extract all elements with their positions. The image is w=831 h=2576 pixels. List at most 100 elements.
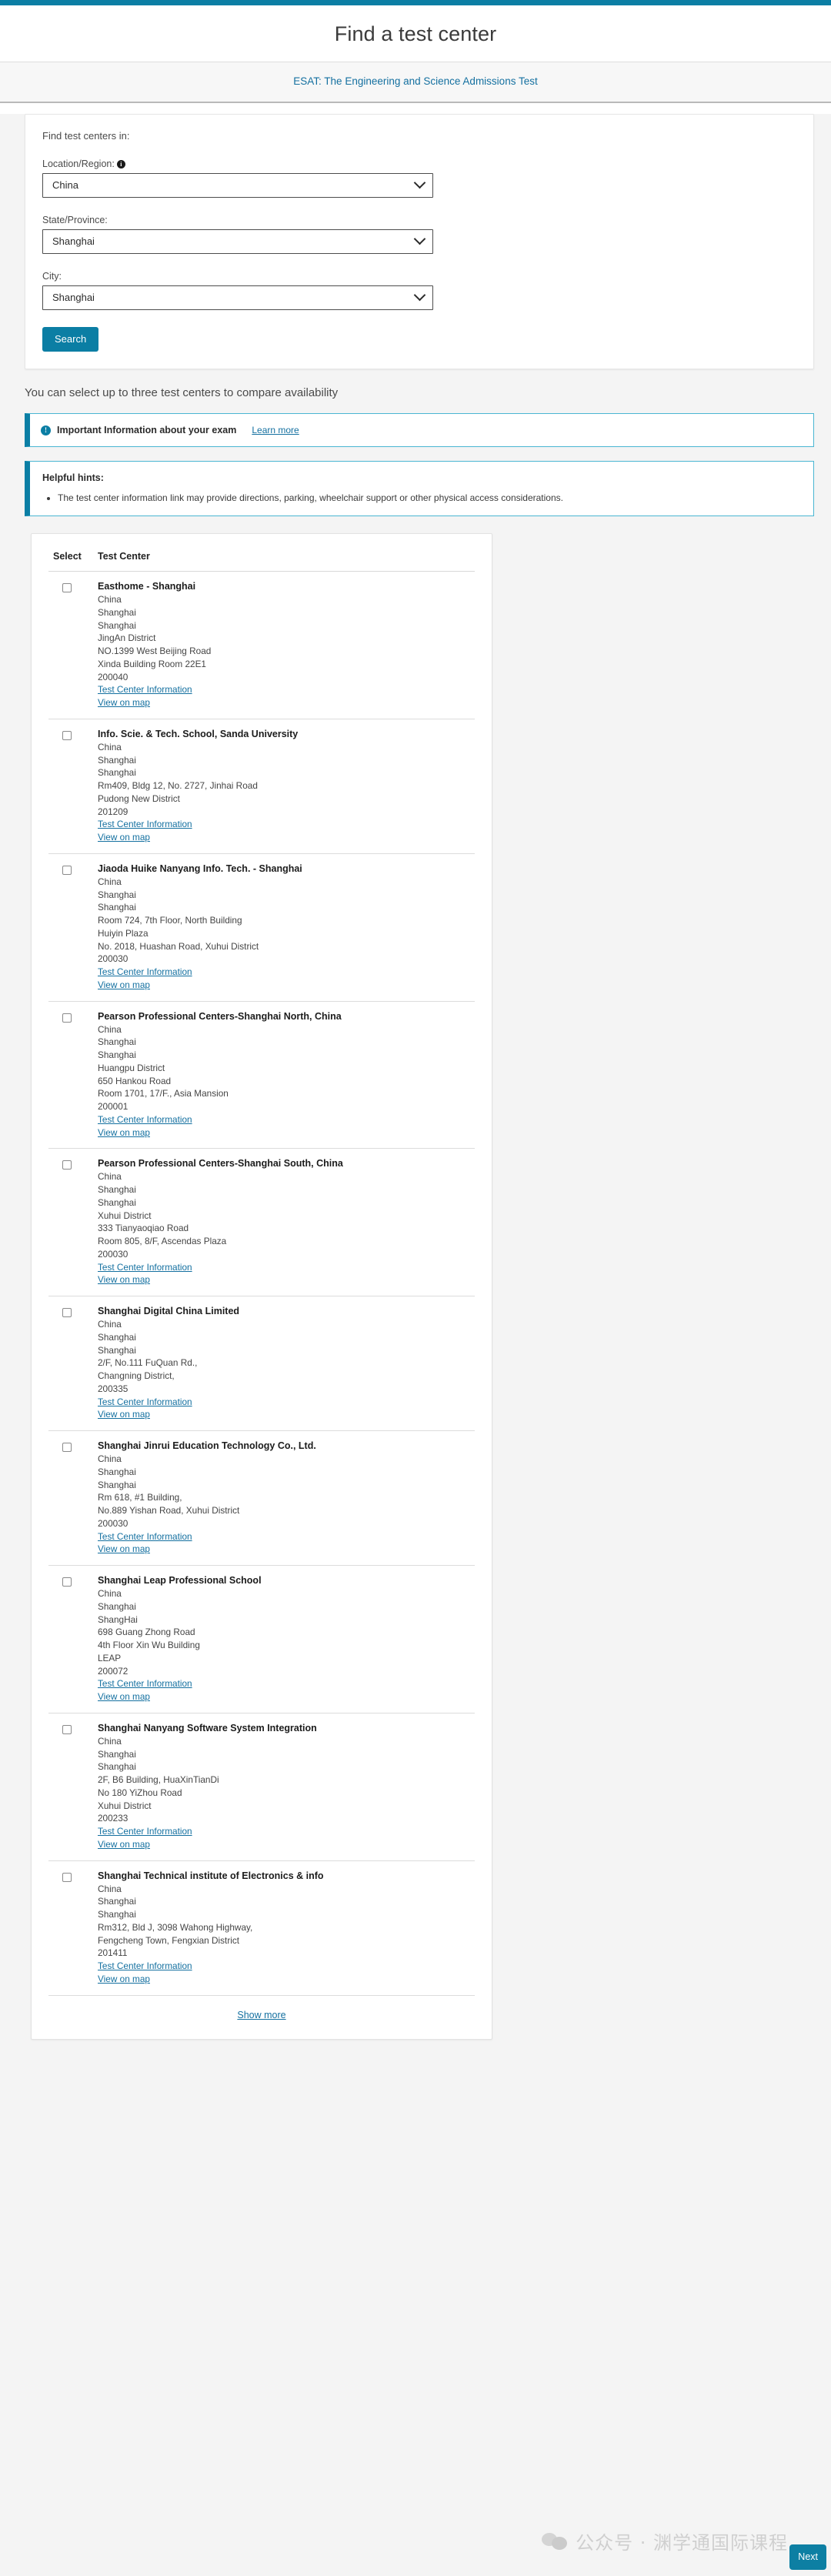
city-select[interactable]: Shanghai	[42, 285, 433, 310]
address-line: Rm 618, #1 Building,	[98, 1492, 182, 1503]
test-center-name: Jiaoda Huike Nanyang Info. Tech. - Shang…	[98, 863, 302, 874]
select-cell	[53, 1440, 98, 1556]
test-center-information-link[interactable]: Test Center Information	[98, 1261, 475, 1274]
test-center-results-card: Select Test Center Easthome - Shanghai Ch…	[31, 533, 492, 2040]
view-on-map-link[interactable]: View on map	[98, 1690, 475, 1703]
address-line: 200335	[98, 1383, 128, 1394]
test-center-info: Shanghai Digital China Limited China Shang…	[98, 1306, 475, 1421]
test-center-checkbox[interactable]	[62, 1724, 72, 1734]
address-line: Fengcheng Town, Fengxian District	[98, 1934, 240, 1946]
view-on-map-link[interactable]: View on map	[98, 696, 475, 709]
view-on-map-link[interactable]: View on map	[98, 1838, 475, 1851]
test-center-information-link[interactable]: Test Center Information	[98, 818, 475, 831]
address-line: Shanghai	[98, 1049, 136, 1060]
test-center-checkbox[interactable]	[62, 1577, 72, 1587]
helpful-hints-list: The test center information link may pro…	[41, 491, 801, 505]
test-center-information-link[interactable]: Test Center Information	[98, 1825, 475, 1838]
address-line: 4th Floor Xin Wu Building	[98, 1640, 200, 1650]
select-cell	[53, 1306, 98, 1421]
test-center-checkbox[interactable]	[62, 583, 72, 592]
view-on-map-link[interactable]: View on map	[98, 1408, 475, 1421]
learn-more-link[interactable]: Learn more	[252, 425, 299, 435]
address-line: NO.1399 West Beijing Road	[98, 646, 212, 656]
important-information-alert: ! Important Information about your exam …	[25, 413, 814, 447]
address-line: Shanghai	[98, 1748, 136, 1760]
info-icon[interactable]: i	[116, 160, 125, 169]
test-center-name: Pearson Professional Centers-Shanghai So…	[98, 1158, 343, 1170]
test-center-information-link[interactable]: Test Center Information	[98, 683, 475, 696]
address-line: Shanghai	[98, 1184, 136, 1195]
table-row: Jiaoda Huike Nanyang Info. Tech. - Shang…	[48, 854, 475, 1002]
column-header-select: Select	[53, 551, 82, 562]
table-row: Pearson Professional Centers-Shanghai No…	[48, 1002, 475, 1150]
test-center-info: Easthome - Shanghai China Shanghai Shanghai…	[98, 581, 475, 709]
address-line: 200001	[98, 1101, 128, 1112]
address-line: Room 724, 7th Floor, North Building	[98, 915, 242, 926]
address-line: China	[98, 1588, 122, 1599]
test-center-info: Shanghai Technical institute of Electron…	[98, 1870, 475, 1986]
address-line: 200030	[98, 1248, 128, 1260]
view-on-map-link[interactable]: View on map	[98, 979, 475, 992]
address-line: Shanghai	[98, 902, 136, 913]
location-region-label: Location/Region: i	[42, 158, 796, 169]
address-line: Shanghai	[98, 1036, 136, 1048]
test-center-checkbox[interactable]	[62, 1308, 72, 1317]
address-line: Shanghai	[98, 619, 136, 631]
search-button[interactable]: Search	[42, 327, 99, 352]
test-center-checkbox[interactable]	[62, 1443, 72, 1452]
test-center-list: Easthome - Shanghai China Shanghai Shanghai…	[48, 572, 475, 1996]
test-center-checkbox[interactable]	[62, 730, 72, 740]
location-region-label-text: Location/Region:	[42, 158, 115, 169]
view-on-map-link[interactable]: View on map	[98, 1543, 475, 1556]
view-on-map-link[interactable]: View on map	[98, 1126, 475, 1140]
select-cell	[53, 1870, 98, 1986]
address-line: Shanghai	[98, 889, 136, 900]
page-body: Find test centers in: Location/Region: i …	[0, 114, 831, 2576]
address-line: Xuhui District	[98, 1800, 152, 1811]
test-center-name: Shanghai Nanyang Software System Integra…	[98, 1722, 317, 1733]
location-region-select[interactable]: China	[42, 173, 433, 198]
test-center-name: Pearson Professional Centers-Shanghai No…	[98, 1010, 342, 1022]
test-center-information-link[interactable]: Test Center Information	[98, 1396, 475, 1409]
test-center-information-link[interactable]: Test Center Information	[98, 1113, 475, 1126]
table-row: Shanghai Technical institute of Electron…	[48, 1861, 475, 1996]
select-cell	[53, 729, 98, 844]
address-line: Shanghai	[98, 1909, 136, 1920]
select-cell	[53, 1011, 98, 1140]
view-on-map-link[interactable]: View on map	[98, 1273, 475, 1286]
test-center-checkbox[interactable]	[62, 865, 72, 875]
address-line: China	[98, 1023, 122, 1035]
test-center-info: Shanghai Leap Professional School China Sh…	[98, 1575, 475, 1703]
address-line: JingAn District	[98, 632, 156, 644]
test-center-checkbox[interactable]	[62, 1160, 72, 1170]
test-center-info: Jiaoda Huike Nanyang Info. Tech. - Shang…	[98, 863, 475, 992]
view-on-map-link[interactable]: View on map	[98, 1973, 475, 1986]
test-center-information-link[interactable]: Test Center Information	[98, 1960, 475, 1973]
test-center-name: Shanghai Digital China Limited	[98, 1306, 240, 1316]
test-center-checkbox[interactable]	[62, 1013, 72, 1023]
address-line: Pudong New District	[98, 792, 180, 804]
exam-name-link[interactable]: ESAT: The Engineering and Science Admiss…	[293, 75, 537, 87]
important-alert-row: ! Important Information about your exam …	[41, 425, 801, 435]
table-row: Easthome - Shanghai China Shanghai Shanghai…	[48, 572, 475, 719]
view-on-map-link[interactable]: View on map	[98, 831, 475, 844]
table-row: Shanghai Leap Professional School China Sh…	[48, 1566, 475, 1713]
test-center-information-link[interactable]: Test Center Information	[98, 966, 475, 979]
city-label: City:	[42, 271, 62, 282]
address-line: 200030	[98, 1517, 128, 1529]
address-line: 200030	[98, 953, 128, 965]
test-center-info: Shanghai Jinrui Education Technology Co.…	[98, 1440, 475, 1556]
test-center-information-link[interactable]: Test Center Information	[98, 1677, 475, 1690]
show-more-link[interactable]: Show more	[237, 2010, 285, 2020]
top-accent-bar	[0, 0, 831, 5]
test-center-checkbox[interactable]	[62, 1872, 72, 1882]
next-button[interactable]: Next	[789, 2544, 826, 2570]
address-line: China	[98, 1171, 122, 1183]
address-line: 200040	[98, 671, 128, 682]
state-province-select[interactable]: Shanghai	[42, 229, 433, 254]
address-line: No.889 Yishan Road, Xuhui District	[98, 1505, 240, 1516]
address-line: Rm409, Bldg 12, No. 2727, Jinhai Road	[98, 780, 258, 791]
address-line: 698 Guang Zhong Road	[98, 1627, 195, 1638]
test-center-information-link[interactable]: Test Center Information	[98, 1530, 475, 1543]
address-line: ShangHai	[98, 1613, 138, 1625]
